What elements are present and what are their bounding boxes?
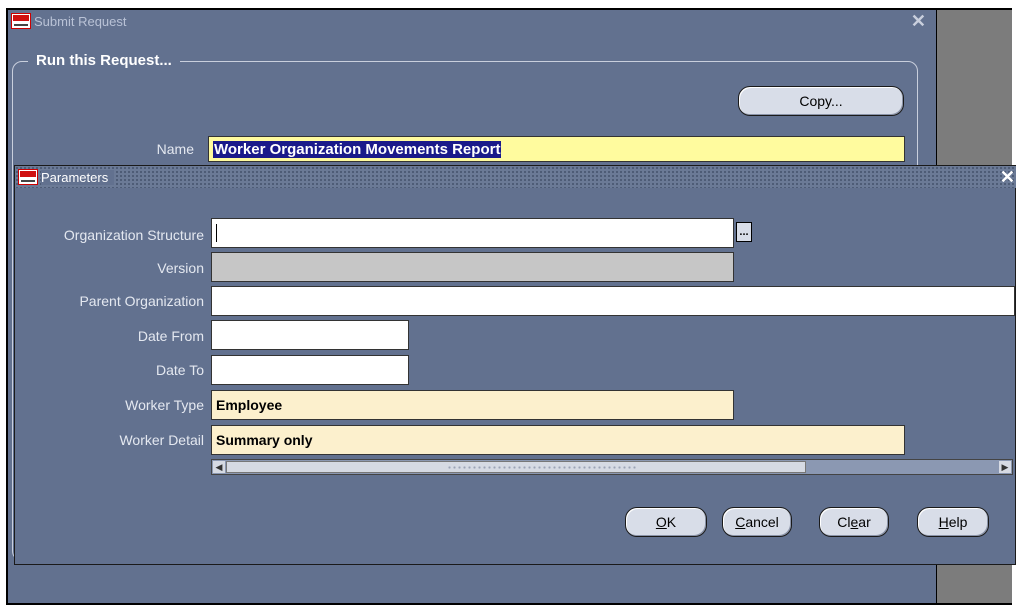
lov-icon[interactable]: ... — [736, 222, 752, 242]
name-value: Worker Organization Movements Report — [213, 140, 502, 158]
cancel-button[interactable]: Cancel — [722, 507, 792, 537]
text-cursor — [216, 224, 217, 242]
clear-label: ar — [858, 514, 871, 530]
organization-structure-field[interactable] — [211, 218, 734, 248]
help-mnemonic: H — [938, 514, 949, 530]
scroll-right-icon[interactable]: ▶ — [999, 461, 1011, 473]
scrollbar-grip — [447, 465, 637, 471]
oracle-app-icon — [18, 169, 38, 185]
organization-structure-label: Organization Structure — [63, 227, 204, 243]
scrollbar-thumb[interactable] — [226, 461, 806, 473]
cancel-mnemonic: C — [735, 514, 746, 530]
date-to-label: Date To — [156, 362, 204, 378]
version-field[interactable] — [211, 252, 734, 282]
close-icon[interactable]: ✕ — [911, 11, 926, 31]
worker-type-field[interactable]: Employee — [211, 390, 734, 420]
version-label: Version — [157, 260, 204, 276]
copy-button[interactable]: Copy... — [738, 86, 904, 116]
date-from-field[interactable] — [211, 320, 409, 350]
clear-label-pre: Cl — [837, 514, 851, 530]
name-label: Name — [156, 141, 194, 157]
parameters-titlebar[interactable]: Parameters ✕ — [15, 166, 1016, 188]
ok-mnemonic: O — [655, 514, 667, 530]
worker-detail-label: Worker Detail — [119, 432, 204, 448]
oracle-app-icon — [11, 13, 31, 29]
ok-label: K — [666, 514, 677, 530]
help-button[interactable]: Help — [917, 507, 989, 537]
name-field[interactable]: Worker Organization Movements Report — [208, 136, 905, 162]
run-request-legend: Run this Request... — [28, 52, 180, 69]
date-to-field[interactable] — [211, 355, 409, 385]
date-from-label: Date From — [137, 328, 204, 344]
clear-mnemonic: e — [850, 514, 859, 530]
clear-button[interactable]: Cl e ar — [819, 507, 889, 537]
ok-button[interactable]: OK — [625, 507, 707, 537]
scroll-left-icon[interactable]: ◀ — [213, 461, 225, 473]
parent-organization-label: Parent Organization — [79, 293, 204, 309]
close-icon[interactable]: ✕ — [1000, 167, 1015, 187]
parameters-title: Parameters — [41, 169, 115, 185]
worker-detail-field[interactable]: Summary only — [211, 425, 905, 455]
parent-organization-field[interactable] — [211, 286, 1015, 316]
worker-type-label: Worker Type — [125, 397, 204, 413]
window-title: Submit Request — [34, 13, 127, 29]
cancel-label: ancel — [745, 514, 779, 530]
submit-request-titlebar[interactable]: Submit Request ✕ — [8, 10, 934, 32]
help-label: elp — [948, 514, 968, 530]
horizontal-scrollbar[interactable]: ◀ ▶ — [211, 459, 1013, 475]
